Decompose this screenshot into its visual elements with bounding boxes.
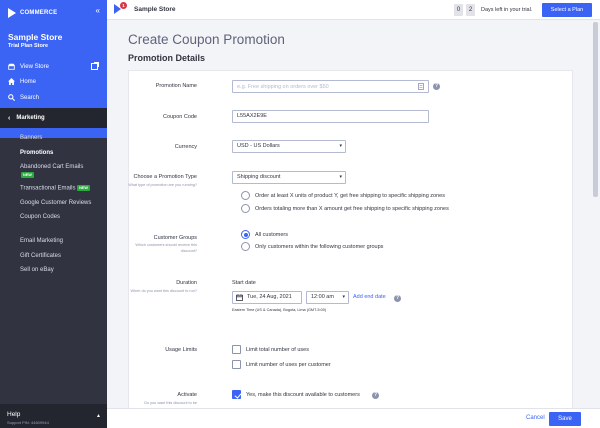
promotion-name-label: Promotion Name (155, 83, 197, 89)
coupon-code-input[interactable]: L55AX2E9E (232, 110, 429, 123)
help-label: Help (7, 411, 21, 418)
customer-group-option-label[interactable]: All customers (255, 232, 288, 238)
activate-label: Activate (177, 392, 197, 398)
new-badge-container: NEW (21, 172, 34, 179)
help-icon[interactable]: ? (433, 83, 440, 90)
sidebar-section-label: Marketing (16, 115, 45, 121)
sidebar-item-email-marketing[interactable]: Email Marketing (20, 238, 63, 244)
sidebar-item-google-customer-reviews[interactable]: Google Customer Reviews (20, 200, 91, 206)
sidebar-item-sell-on-ebay[interactable]: Sell on eBay (20, 267, 54, 273)
duration-label: Duration (176, 280, 197, 286)
trial-text: Days left in your trial. (481, 6, 533, 13)
sidebar-item-coupon-codes[interactable]: Coupon Codes (20, 214, 60, 220)
currency-select[interactable]: USD - US Dollars ▾ (232, 140, 346, 153)
logo[interactable]: COMMERCE (7, 8, 57, 18)
promotion-details-card: Promotion Name ? Coupon Code L55AX2E9E C… (128, 70, 573, 415)
contact-card-icon[interactable] (418, 83, 424, 90)
support-pin: Support PIN: 44609944 (7, 420, 49, 425)
home-icon (8, 78, 15, 85)
header-store-name: Sample Store (134, 6, 176, 13)
add-end-date-link[interactable]: Add end date (353, 294, 386, 300)
sidebar-item-banners[interactable]: Banners (20, 135, 42, 141)
chevron-down-icon: ▾ (339, 143, 342, 149)
customer-group-radio-all[interactable] (241, 230, 250, 239)
search-icon (8, 94, 15, 101)
limit-total-uses-checkbox[interactable] (232, 345, 241, 354)
chevron-down-icon: ▾ (342, 294, 345, 300)
select-plan-button[interactable]: Select a Plan (542, 3, 592, 17)
sidebar-link-view-store[interactable]: View Store (8, 63, 49, 70)
start-date-value: Tue, 24 Aug, 2021 (247, 294, 292, 300)
customer-groups-label: Customer Groups (153, 235, 197, 241)
promotion-option-radio[interactable] (241, 204, 250, 213)
promotion-type-select[interactable]: Shipping discount ▾ (232, 171, 346, 184)
activate-checkbox[interactable] (232, 390, 241, 399)
sidebar-item-promotions[interactable]: Promotions (20, 150, 53, 156)
logo-text: COMMERCE (20, 10, 58, 16)
help-icon[interactable]: ? (394, 295, 401, 302)
scrollbar-thumb[interactable] (593, 22, 598, 197)
start-date-label: Start date (232, 280, 256, 286)
promotion-option-label[interactable]: Orders totaling more than X amount get f… (255, 206, 449, 212)
limit-total-uses-label[interactable]: Limit total number of uses (246, 347, 309, 353)
start-time-value: 12:00 am (311, 294, 334, 300)
duration-hint: When do you want this discount to run? (130, 289, 198, 293)
trial-digit: 2 (466, 4, 475, 16)
currency-label: Currency (174, 144, 197, 150)
sidebar-section-marketing[interactable]: ‹ Marketing (0, 108, 107, 128)
customer-group-option-label[interactable]: Only customers within the following cust… (255, 244, 383, 250)
usage-limits-label: Usage Limits (165, 347, 197, 353)
cancel-button[interactable]: Cancel (526, 415, 545, 421)
new-badge: NEW (77, 185, 90, 191)
sidebar: COMMERCE « Sample Store Trial Plan Store… (0, 0, 107, 428)
customer-group-radio-groups[interactable] (241, 242, 250, 251)
sidebar-link-home[interactable]: Home (8, 78, 36, 85)
sidebar-item-abandoned-cart-emails[interactable]: Abandoned Cart Emails (20, 164, 83, 170)
logo-icon (7, 8, 17, 18)
top-header: 1 Sample Store 0 2 Days left in your tri… (107, 0, 600, 20)
limit-per-customer-checkbox[interactable] (232, 360, 241, 369)
calendar-icon (236, 294, 243, 301)
page-title: Create Coupon Promotion (128, 32, 285, 47)
store-icon (8, 63, 15, 70)
activate-option-label[interactable]: Yes, make this discount available to cus… (246, 392, 360, 398)
sidebar-link-search[interactable]: Search (8, 94, 39, 101)
timezone-note: Eastern Time (US & Canada), Bogota, Lima… (232, 308, 327, 312)
sidebar-item-label: Transactional Emails (20, 185, 76, 192)
collapse-sidebar-icon[interactable]: « (96, 6, 100, 15)
sidebar-store-plan: Trial Plan Store (8, 43, 49, 49)
sidebar-link-label: Search (20, 94, 40, 101)
new-badge: NEW (21, 172, 34, 178)
chevron-left-icon: ‹ (8, 114, 11, 122)
promotion-name-input[interactable] (232, 80, 429, 93)
form-footer: Cancel Save (107, 408, 600, 428)
promotion-option-label[interactable]: Order at least X units of product Y, get… (255, 193, 445, 199)
promotion-type-hint: What type of promotion are you running? (128, 183, 197, 187)
external-link-icon[interactable] (91, 62, 99, 70)
limit-per-customer-label[interactable]: Limit number of uses per customer (246, 362, 331, 368)
sidebar-link-label: View Store (20, 63, 49, 70)
coupon-code-label: Coupon Code (163, 114, 197, 120)
promotion-type-value: Shipping discount (237, 174, 281, 180)
chevron-down-icon: ▾ (339, 174, 342, 180)
promotion-option-radio[interactable] (241, 191, 250, 200)
start-time-select[interactable]: 12:00 am ▾ (306, 291, 349, 304)
chevron-up-icon: ▲ (96, 413, 101, 419)
help-icon[interactable]: ? (372, 392, 379, 399)
notification-badge[interactable]: 1 (120, 2, 127, 9)
sidebar-help[interactable]: Help Support PIN: 44609944 ▲ (0, 404, 107, 428)
activate-hint: Do you want this discount to be (144, 401, 197, 405)
customer-groups-hint: Which customers should receive this disc… (135, 243, 197, 253)
save-button[interactable]: Save (549, 412, 581, 426)
sidebar-item-transactional-emails[interactable]: Transactional Emails NEW (20, 185, 90, 192)
currency-value: USD - US Dollars (237, 143, 280, 149)
sidebar-item-gift-certificates[interactable]: Gift Certificates (20, 253, 61, 259)
trial-digit: 0 (454, 4, 463, 16)
sidebar-item-label: Abandoned Cart Emails (20, 164, 84, 170)
sidebar-store-name: Sample Store (8, 32, 63, 42)
promotion-type-label: Choose a Promotion Type (133, 174, 198, 180)
sidebar-link-label: Home (20, 78, 37, 85)
section-title: Promotion Details (128, 53, 206, 63)
